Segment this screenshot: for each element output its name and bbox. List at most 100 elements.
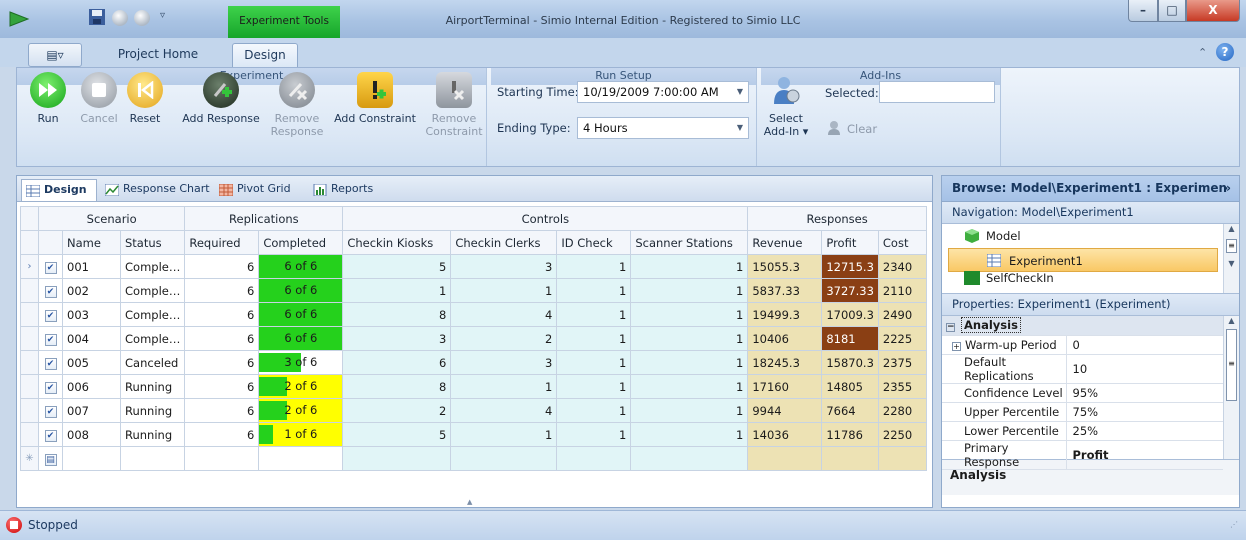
property-row[interactable]: Default Replications 10 [942, 354, 1223, 384]
starting-time-combo[interactable]: 10/19/2009 7:00:00 AM ▼ [577, 81, 749, 103]
cancel-button[interactable]: Cancel [77, 72, 121, 125]
property-value[interactable]: 25% [1066, 421, 1223, 441]
property-value[interactable]: 75% [1066, 402, 1223, 422]
run-button[interactable]: Run [25, 72, 71, 125]
id-check-cell[interactable]: 1 [556, 278, 632, 303]
checkin-kiosks-cell[interactable]: 1 [342, 278, 452, 303]
table-row[interactable]: ✔ 004 Comple… 6 6 of 6 3 2 1 1 10406 8181 2225 [20, 326, 927, 351]
status-column-header[interactable]: Status [119, 230, 186, 255]
ending-type-combo[interactable]: 4 Hours ▼ [577, 117, 749, 139]
checkin-clerks-column-header[interactable]: Checkin Clerks [450, 230, 558, 255]
tab-design-view[interactable]: Design [21, 179, 97, 201]
scanner-stations-cell[interactable]: 1 [630, 398, 749, 423]
nav-item-selfcheckin[interactable]: SelfCheckIn [942, 266, 1239, 290]
checkin-kiosks-cell[interactable]: 3 [342, 326, 452, 351]
completed-column-header[interactable]: Completed [258, 230, 344, 255]
collapse-panel-icon[interactable]: » [1223, 176, 1231, 201]
resize-grip-icon[interactable]: ⋰ [1230, 520, 1238, 529]
required-cell[interactable]: 6 [184, 350, 260, 375]
minimize-button[interactable]: – [1128, 0, 1158, 22]
checkin-clerks-cell[interactable]: 1 [450, 278, 558, 303]
remove-response-button[interactable]: Remove Response [267, 72, 327, 138]
row-selector[interactable] [20, 350, 39, 375]
required-column-header[interactable]: Required [184, 230, 260, 255]
profit-column-header[interactable]: Profit [821, 230, 879, 255]
checkin-clerks-cell[interactable]: 2 [450, 326, 558, 351]
include-checkbox[interactable]: ✔ [38, 398, 63, 423]
tab-response-chart[interactable]: Response Chart [101, 179, 211, 201]
property-row[interactable]: Lower Percentile 25% [942, 421, 1223, 441]
collapse-ribbon-icon[interactable]: ⌃ [1198, 46, 1207, 59]
required-cell[interactable]: 6 [184, 326, 260, 351]
scrollbar-thumb[interactable]: ≡ [1226, 239, 1237, 253]
name-column-header[interactable]: Name [62, 230, 121, 255]
table-row[interactable]: › ✔ 001 Comple… 6 6 of 6 5 3 1 1 15055.3 12715.3 234… [20, 254, 927, 279]
include-checkbox[interactable]: ✔ [38, 278, 63, 303]
scanner-stations-cell[interactable]: 1 [630, 350, 749, 375]
table-row[interactable]: ✔ 008 Running 6 1 of 6 5 1 1 1 14036 11786 2250 [20, 422, 927, 447]
property-value[interactable]: Profit [1066, 440, 1223, 470]
scenario-name-cell[interactable]: 007 [62, 398, 121, 423]
reset-button[interactable]: Reset [123, 72, 167, 125]
row-selector[interactable] [20, 374, 39, 399]
include-checkbox[interactable]: ✔ [38, 374, 63, 399]
row-selector[interactable]: › [20, 254, 39, 279]
remove-constraint-button[interactable]: Remove Constraint [423, 72, 485, 138]
navigation-scrollbar[interactable]: ▲ ≡ ▼ [1223, 224, 1239, 293]
checkin-kiosks-cell[interactable]: 8 [342, 374, 452, 399]
id-check-cell[interactable]: 1 [556, 398, 632, 423]
table-row[interactable]: ✔ 007 Running 6 2 of 6 2 4 1 1 9944 7664 2280 [20, 398, 927, 423]
id-check-cell[interactable]: 1 [556, 350, 632, 375]
id-check-cell[interactable]: 1 [556, 302, 632, 327]
tab-design[interactable]: Design [232, 43, 298, 67]
row-selector[interactable] [20, 422, 39, 447]
new-row[interactable]: ✳ ▤ [20, 446, 927, 471]
scanner-stations-cell[interactable]: 1 [630, 374, 749, 399]
scenario-name-cell[interactable]: 001 [62, 254, 121, 279]
checkin-kiosks-column-header[interactable]: Checkin Kiosks [342, 230, 452, 255]
table-row[interactable]: ✔ 006 Running 6 2 of 6 8 1 1 1 17160 14805 2355 [20, 374, 927, 399]
scenario-name-cell[interactable]: 004 [62, 326, 121, 351]
required-cell[interactable]: 6 [184, 374, 260, 399]
required-cell[interactable]: 6 [184, 422, 260, 447]
table-row[interactable]: ✔ 002 Comple… 6 6 of 6 1 1 1 1 5837.33 3727.33 2110 [20, 278, 927, 303]
id-check-cell[interactable]: 1 [556, 422, 632, 447]
tab-reports[interactable]: Reports [309, 179, 389, 201]
row-selector[interactable] [20, 398, 39, 423]
add-constraint-button[interactable]: Add Constraint [329, 72, 421, 125]
property-value[interactable]: 95% [1066, 383, 1223, 403]
property-row[interactable]: + Warm-up Period 0 [942, 335, 1223, 355]
scrollbar-thumb[interactable]: ≡ [1226, 329, 1237, 401]
table-row[interactable]: ✔ 003 Comple… 6 6 of 6 8 4 1 1 19499.3 17009.3 2490 [20, 302, 927, 327]
selected-addin-field[interactable] [879, 81, 995, 103]
property-category-row[interactable]: − Analysis [942, 316, 1223, 336]
scenario-name-cell[interactable]: 005 [62, 350, 121, 375]
checkin-clerks-cell[interactable]: 3 [450, 254, 558, 279]
checkin-clerks-cell[interactable]: 4 [450, 398, 558, 423]
table-row[interactable]: ✔ 005 Canceled 6 3 of 6 6 3 1 1 18245.3 15870.3 237… [20, 350, 927, 375]
select-addin-button[interactable]: Select Add-In ▾ [763, 72, 809, 138]
scenario-name-cell[interactable]: 002 [62, 278, 121, 303]
scenario-name-cell[interactable]: 003 [62, 302, 121, 327]
include-checkbox[interactable]: ✔ [38, 350, 63, 375]
checkin-kiosks-cell[interactable]: 5 [342, 422, 452, 447]
include-checkbox[interactable]: ✔ [38, 254, 63, 279]
help-icon[interactable]: ? [1216, 43, 1234, 61]
include-checkbox[interactable]: ✔ [38, 326, 63, 351]
clear-button[interactable]: Clear [847, 122, 877, 136]
required-cell[interactable]: 6 [184, 302, 260, 327]
new-row-checkbox[interactable]: ▤ [38, 446, 63, 471]
scanner-stations-cell[interactable]: 1 [630, 422, 749, 447]
property-value[interactable]: 0 [1066, 335, 1223, 355]
cost-column-header[interactable]: Cost [877, 230, 927, 255]
checkin-clerks-cell[interactable]: 1 [450, 374, 558, 399]
close-button[interactable]: X [1186, 0, 1240, 22]
collapse-category-icon[interactable]: − [946, 323, 955, 333]
tab-project-home[interactable]: Project Home [112, 43, 204, 67]
required-cell[interactable]: 6 [184, 278, 260, 303]
property-row[interactable]: Confidence Level 95% [942, 383, 1223, 403]
maximize-button[interactable]: □ [1158, 0, 1186, 22]
expand-icon[interactable]: + [952, 341, 961, 351]
checkin-clerks-cell[interactable]: 3 [450, 350, 558, 375]
property-row[interactable]: Upper Percentile 75% [942, 402, 1223, 422]
